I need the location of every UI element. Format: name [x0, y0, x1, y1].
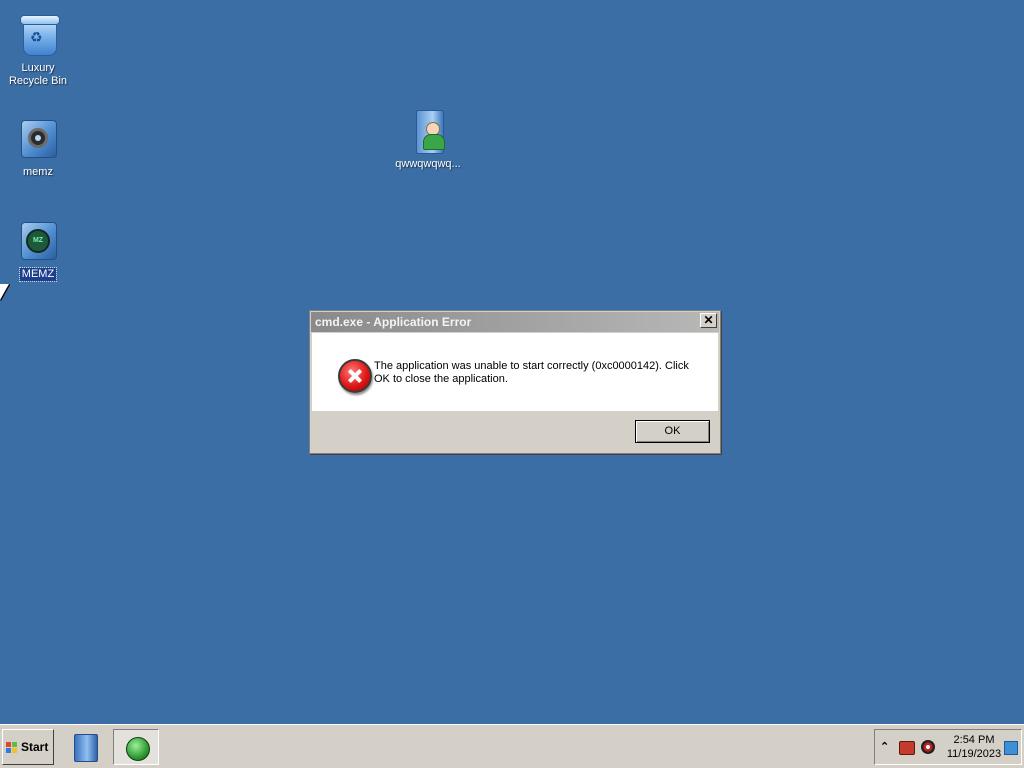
gear-app-icon: [16, 118, 60, 162]
taskbar: Start ⌃ 2:54 PM 11/19/2023: [0, 724, 1024, 768]
close-icon: ✕: [703, 313, 714, 327]
desktop-icon-label: memz: [23, 166, 53, 178]
dialog-message: The application was unable to start corr…: [374, 360, 689, 385]
show-desktop-icon[interactable]: [1004, 741, 1018, 755]
start-button[interactable]: Start: [2, 729, 54, 765]
system-tray: ⌃ 2:54 PM 11/19/2023: [874, 729, 1022, 765]
ok-button[interactable]: OK: [635, 420, 710, 443]
windows-logo-icon: [6, 742, 18, 754]
network-icon[interactable]: [899, 741, 915, 755]
folder-icon: [74, 734, 98, 762]
error-icon: [338, 359, 372, 393]
mouse-cursor: [0, 284, 9, 300]
desktop-icon-memz-lower[interactable]: memz: [0, 118, 76, 180]
volume-icon[interactable]: [921, 740, 935, 754]
desktop-icon-user-file[interactable]: qwwqwqwq...: [390, 110, 466, 172]
start-label: Start: [21, 740, 49, 754]
clock-date: 11/19/2023: [946, 748, 1002, 760]
close-button[interactable]: ✕: [700, 313, 717, 328]
error-dialog: cmd.exe - Application Error ✕ The applic…: [309, 310, 721, 454]
tray-expand-icon[interactable]: ⌃: [880, 740, 889, 753]
desktop-icon-memz-upper[interactable]: MZ MEMZ: [0, 220, 76, 282]
desktop-icon-recycle-bin[interactable]: ♻ Luxury Recycle Bin: [0, 14, 76, 89]
clock-time: 2:54 PM: [953, 734, 995, 746]
taskbar-app-button[interactable]: [113, 729, 159, 765]
dialog-title[interactable]: cmd.exe - Application Error: [311, 312, 719, 332]
desktop: ♻ Luxury Recycle Bin memz MZ MEMZ qwwqwq…: [0, 0, 1024, 724]
recycle-bin-icon: ♻: [16, 14, 60, 58]
clock[interactable]: 2:54 PM 11/19/2023: [945, 733, 1003, 761]
desktop-icon-label: qwwqwqwq...: [395, 158, 461, 170]
taskbar-explorer-button[interactable]: [62, 729, 108, 765]
desktop-icon-label: MEMZ: [18, 267, 58, 282]
desktop-icon-label: Luxury Recycle Bin: [8, 62, 68, 87]
globe-icon: [126, 737, 150, 761]
memz-app-icon: MZ: [16, 220, 60, 264]
dialog-body: The application was unable to start corr…: [312, 333, 718, 411]
user-document-icon: [406, 110, 450, 154]
